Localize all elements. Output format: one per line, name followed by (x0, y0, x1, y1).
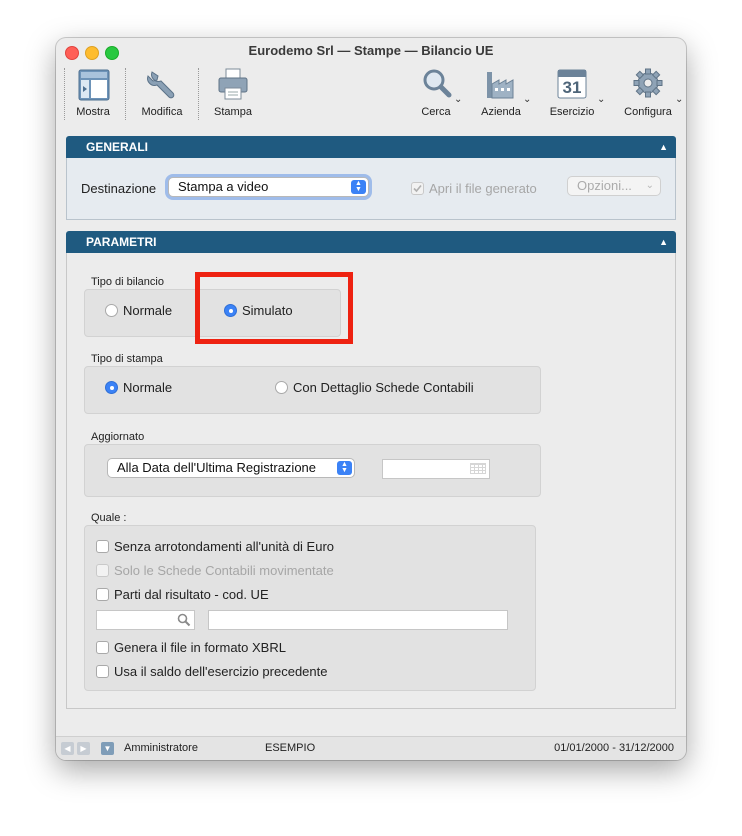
senza-arrotondamenti-checkbox[interactable] (96, 540, 109, 553)
down-arrow-icon[interactable]: ▼ (101, 742, 114, 755)
toolbar-azienda-label: Azienda (481, 106, 521, 118)
azienda-dropdown-chevron-icon[interactable]: ⌄ (523, 94, 531, 105)
toolbar-stampa-button[interactable]: Stampa (210, 66, 256, 118)
layout-icon (73, 66, 113, 102)
configura-dropdown-chevron-icon[interactable]: ⌄ (675, 94, 683, 105)
tipo-stampa-normale-radio[interactable] (105, 381, 118, 394)
calendar-grid-icon[interactable] (470, 463, 486, 474)
minimize-window-button[interactable] (85, 46, 99, 60)
toolbar-configura-button[interactable]: Configura (622, 66, 674, 118)
toolbar-modifica-button[interactable]: Modifica (138, 66, 186, 118)
parametri-panel-body: Tipo di bilancio Normale Simulato Tipo d… (66, 253, 676, 709)
toolbar-separator (64, 68, 65, 120)
calendar-day-text: 31 (562, 78, 582, 97)
toolbar-stampa-label: Stampa (214, 106, 252, 118)
opzioni-button[interactable]: Opzioni... ⌄ (567, 176, 661, 196)
next-arrow-icon[interactable]: ▶ (77, 742, 90, 755)
apri-file-checkbox[interactable] (411, 182, 424, 195)
toolbar: Mostra Modifica Stampa Cerca ⌄ Azienda ⌄… (56, 64, 686, 122)
collapse-triangle-icon[interactable]: ▲ (659, 231, 668, 253)
esercizio-dropdown-chevron-icon[interactable]: ⌄ (597, 94, 605, 105)
tipo-bilancio-label: Tipo di bilancio (91, 276, 164, 288)
chevron-down-icon: ⌄ (645, 180, 654, 191)
parametri-panel-title: PARAMETRI (86, 235, 157, 249)
tipo-stampa-dettaglio-label: Con Dettaglio Schede Contabili (293, 380, 474, 395)
saldo-precedente-label: Usa il saldo dell'esercizio precedente (114, 664, 328, 679)
genera-xbrl-checkbox[interactable] (96, 641, 109, 654)
toolbar-esercizio-button[interactable]: 31 Esercizio (546, 66, 598, 118)
app-window: Eurodemo Srl — Stampe — Bilancio UE Most… (56, 38, 686, 760)
factory-icon (481, 66, 521, 102)
opzioni-label: Opzioni... (577, 178, 632, 193)
generali-panel-header[interactable]: GENERALI ▲ (66, 136, 676, 158)
wrench-icon (142, 66, 182, 102)
tipo-bilancio-normale-radio[interactable] (105, 304, 118, 317)
toolbar-configura-label: Configura (624, 106, 672, 118)
close-window-button[interactable] (65, 46, 79, 60)
quale-label: Quale : (91, 512, 127, 524)
tipo-stampa-dettaglio-radio[interactable] (275, 381, 288, 394)
destinazione-select-value: Stampa a video (178, 179, 269, 194)
toolbar-separator (125, 68, 126, 120)
parti-risultato-checkbox[interactable] (96, 588, 109, 601)
calendar-icon: 31 (552, 66, 592, 102)
select-arrows-icon: ▲ ▼ (351, 180, 366, 194)
select-arrows-icon: ▲ ▼ (337, 461, 352, 475)
previous-arrow-icon[interactable]: ◀ (61, 742, 74, 755)
generali-panel-body: Destinazione Stampa a video ▲ ▼ Apri il f… (66, 158, 676, 220)
toolbar-separator (198, 68, 199, 120)
checkmark-icon (413, 184, 422, 193)
tipo-bilancio-simulato-radio[interactable] (224, 304, 237, 317)
codice-ue-input[interactable] (96, 610, 195, 630)
toolbar-cerca-label: Cerca (421, 106, 451, 118)
toolbar-esercizio-label: Esercizio (549, 106, 595, 118)
tipo-stampa-label: Tipo di stampa (91, 353, 163, 365)
status-user: Amministratore (124, 742, 198, 754)
toolbar-mostra-button[interactable]: Mostra (70, 66, 116, 118)
solo-schede-label: Solo le Schede Contabili movimentate (114, 563, 334, 578)
senza-arrotondamenti-label: Senza arrotondamenti all'unità di Euro (114, 539, 335, 554)
generali-panel-title: GENERALI (86, 140, 149, 154)
printer-icon (213, 66, 253, 102)
toolbar-azienda-button[interactable]: Azienda (476, 66, 526, 118)
tipo-stampa-normale-label: Normale (123, 380, 173, 395)
zoom-window-button[interactable] (105, 46, 119, 60)
toolbar-modifica-label: Modifica (141, 106, 183, 118)
tipo-bilancio-simulato-label: Simulato (242, 303, 293, 318)
tipo-bilancio-normale-label: Normale (123, 303, 173, 318)
toolbar-mostra-label: Mostra (76, 106, 110, 118)
saldo-precedente-checkbox[interactable] (96, 665, 109, 678)
gear-icon (628, 66, 668, 102)
parametri-panel-header[interactable]: PARAMETRI ▲ (66, 231, 676, 253)
destinazione-label: Destinazione (81, 181, 157, 196)
parti-risultato-label: Parti dal risultato - cod. UE (114, 587, 269, 602)
aggiornato-label: Aggiornato (91, 431, 145, 443)
cerca-dropdown-chevron-icon[interactable]: ⌄ (454, 94, 462, 105)
descrizione-ue-field[interactable] (208, 610, 508, 630)
aggiornato-date-field[interactable] (382, 459, 490, 479)
aggiornato-select-value: Alla Data dell'Ultima Registrazione (117, 460, 317, 475)
apri-file-label: Apri il file generato (429, 181, 537, 196)
status-bar: ◀ ▶ ▼ Amministratore ESEMPIO 01/01/2000 … (56, 736, 686, 760)
aggiornato-select[interactable]: Alla Data dell'Ultima Registrazione ▲ ▼ (107, 458, 355, 478)
status-period: 01/01/2000 - 31/12/2000 (554, 742, 674, 754)
destinazione-select[interactable]: Stampa a video ▲ ▼ (168, 177, 369, 197)
toolbar-cerca-button[interactable]: Cerca (414, 66, 458, 118)
magnifier-icon (416, 66, 456, 102)
status-company: ESEMPIO (265, 742, 316, 754)
search-icon[interactable] (177, 613, 191, 627)
window-title: Eurodemo Srl — Stampe — Bilancio UE (248, 43, 494, 58)
genera-xbrl-label: Genera il file in formato XBRL (114, 640, 286, 655)
collapse-triangle-icon[interactable]: ▲ (659, 136, 668, 158)
solo-schede-checkbox[interactable] (96, 564, 109, 577)
